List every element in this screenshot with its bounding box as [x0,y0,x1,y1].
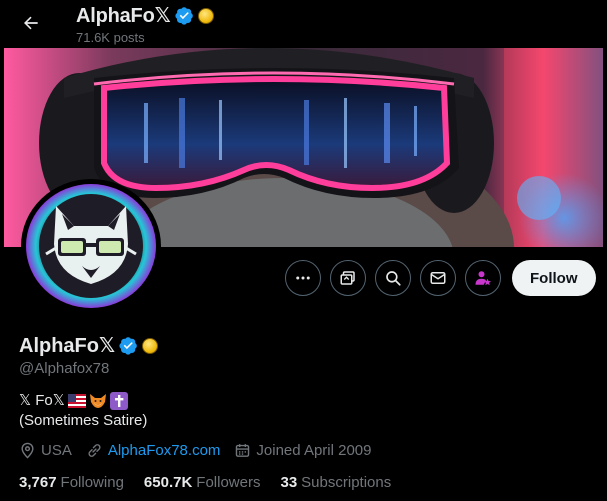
profile-meta: USA AlphaFox78.com Joined April 2009 [19,442,386,459]
header-name: AlphaFo𝕏 [76,5,171,27]
calendar-icon [236,444,250,457]
header-title-row: AlphaFo𝕏 [76,3,214,28]
more-button[interactable] [285,260,321,296]
website-link[interactable]: AlphaFox78.com [108,442,221,459]
joined-item: Joined April 2009 [234,442,372,459]
cross-emoji-icon [109,392,128,410]
profile-handle: @Alphafox78 [19,360,110,377]
more-icon [296,276,310,280]
subscriptions-count: 33 [280,474,298,491]
following-label: Following [60,474,124,491]
gold-badge-icon [197,7,214,24]
website-item: AlphaFox78.com [86,442,221,459]
profile-stats: 3,767 Following 650.7K Followers 33 Subscri… [19,474,411,491]
followers-stat[interactable]: 650.7K Followers [144,474,261,491]
follow-button[interactable]: Follow [512,260,596,296]
verified-badge-icon [174,7,193,25]
message-icon [430,272,446,284]
display-name: AlphaFo𝕏 [19,335,116,357]
location-item: USA [19,442,72,459]
followers-count: 650.7K [143,474,193,491]
subscribe-icon [475,271,491,286]
subscriptions-stat[interactable]: 33 Subscriptions [280,474,391,491]
avatar-image [26,184,156,308]
link-icon [88,444,101,457]
profile-name-row: AlphaFo𝕏 [19,333,159,358]
profile-bio: 𝕏 Fo𝕏 (Sometimes Satire) [19,391,147,431]
joined-text: Joined April 2009 [256,442,372,459]
profile-header: AlphaFo𝕏 71.6K posts [0,0,607,48]
location-icon [21,442,34,459]
profile-actions: Follow [285,260,596,296]
back-arrow-icon [24,16,38,30]
back-button[interactable] [14,8,48,38]
subscriptions-label: Subscriptions [301,474,392,491]
us-flag-icon [67,394,86,408]
following-count: 3,767 [19,474,57,491]
subscribe-button[interactable] [465,260,501,296]
message-button[interactable] [420,260,456,296]
grok-button[interactable] [330,260,366,296]
avatar [26,184,156,308]
bio-line-2: (Sometimes Satire) [19,412,148,429]
followers-label: Followers [196,474,261,491]
fox-emoji-icon [89,394,106,408]
verified-badge-icon[interactable] [119,336,138,355]
grok-icon [340,271,355,285]
location-text: USA [41,442,72,459]
bio-line-1: 𝕏 Fo𝕏 [19,391,147,411]
bio-text: 𝕏 Fo𝕏 [19,392,65,409]
post-count: 71.6K posts [76,30,145,45]
following-stat[interactable]: 3,767 Following [19,474,124,491]
gold-badge-icon[interactable] [142,337,159,354]
search-button[interactable] [375,260,411,296]
avatar-container[interactable] [21,179,161,313]
search-icon [386,271,401,286]
